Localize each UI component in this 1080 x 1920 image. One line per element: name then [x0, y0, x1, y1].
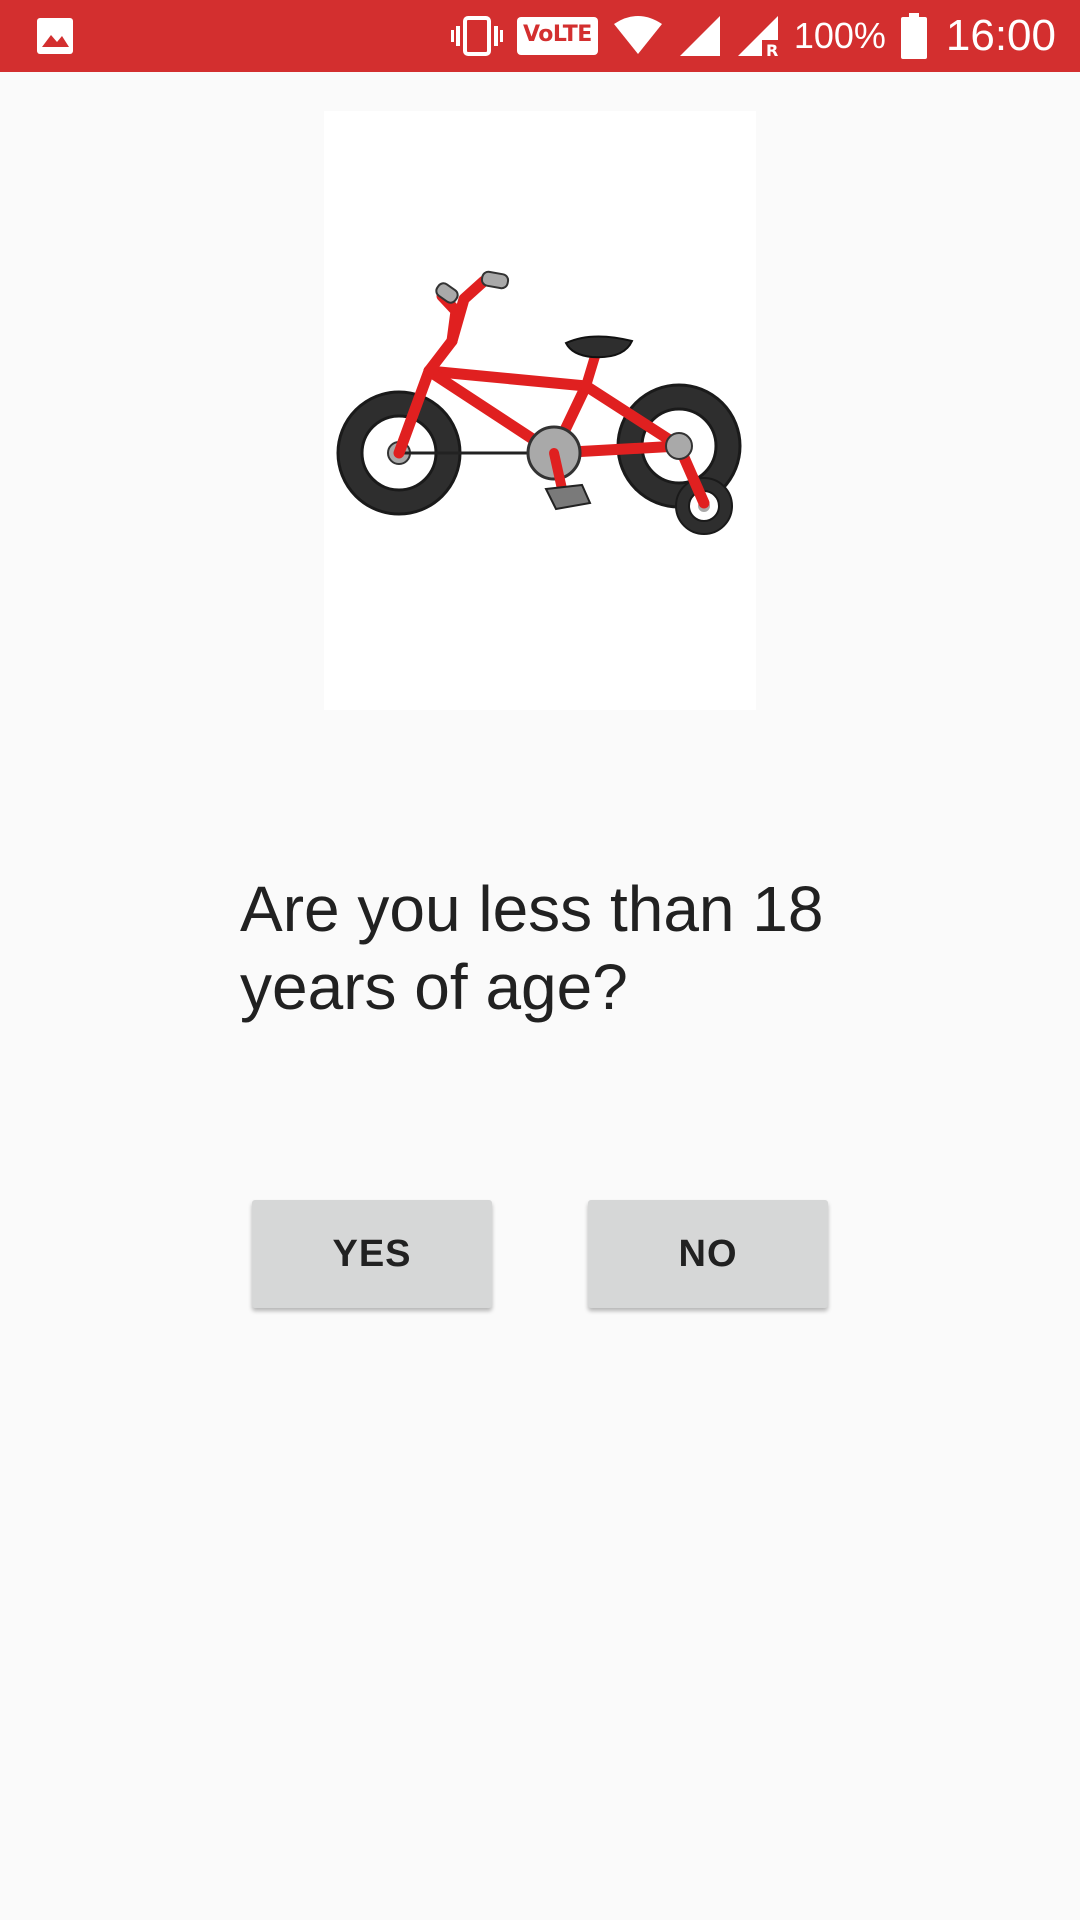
battery-percent: 100% [793, 15, 886, 56]
wifi-icon [613, 16, 662, 54]
clock: 16:00 [945, 11, 1056, 60]
age-question: Are you less than 18 years of age? [240, 873, 824, 1023]
status-bar: VoLTE R 100% 16:00 [0, 0, 1080, 72]
image-notification-icon [37, 18, 73, 54]
status-icons: VoLTE R 100% 16:00 [450, 0, 1056, 72]
volte-icon: VoLTE [516, 17, 598, 55]
svg-text:R: R [766, 41, 778, 58]
yes-button[interactable]: YES [252, 1200, 492, 1308]
cell-signal-roaming-icon: R [737, 16, 778, 58]
cell-signal-icon [679, 16, 720, 56]
battery-icon [900, 13, 927, 59]
illustration-card [324, 111, 756, 710]
no-button[interactable]: NO [588, 1200, 828, 1308]
bicycle-icon [336, 270, 742, 535]
vibrate-icon [450, 16, 503, 56]
